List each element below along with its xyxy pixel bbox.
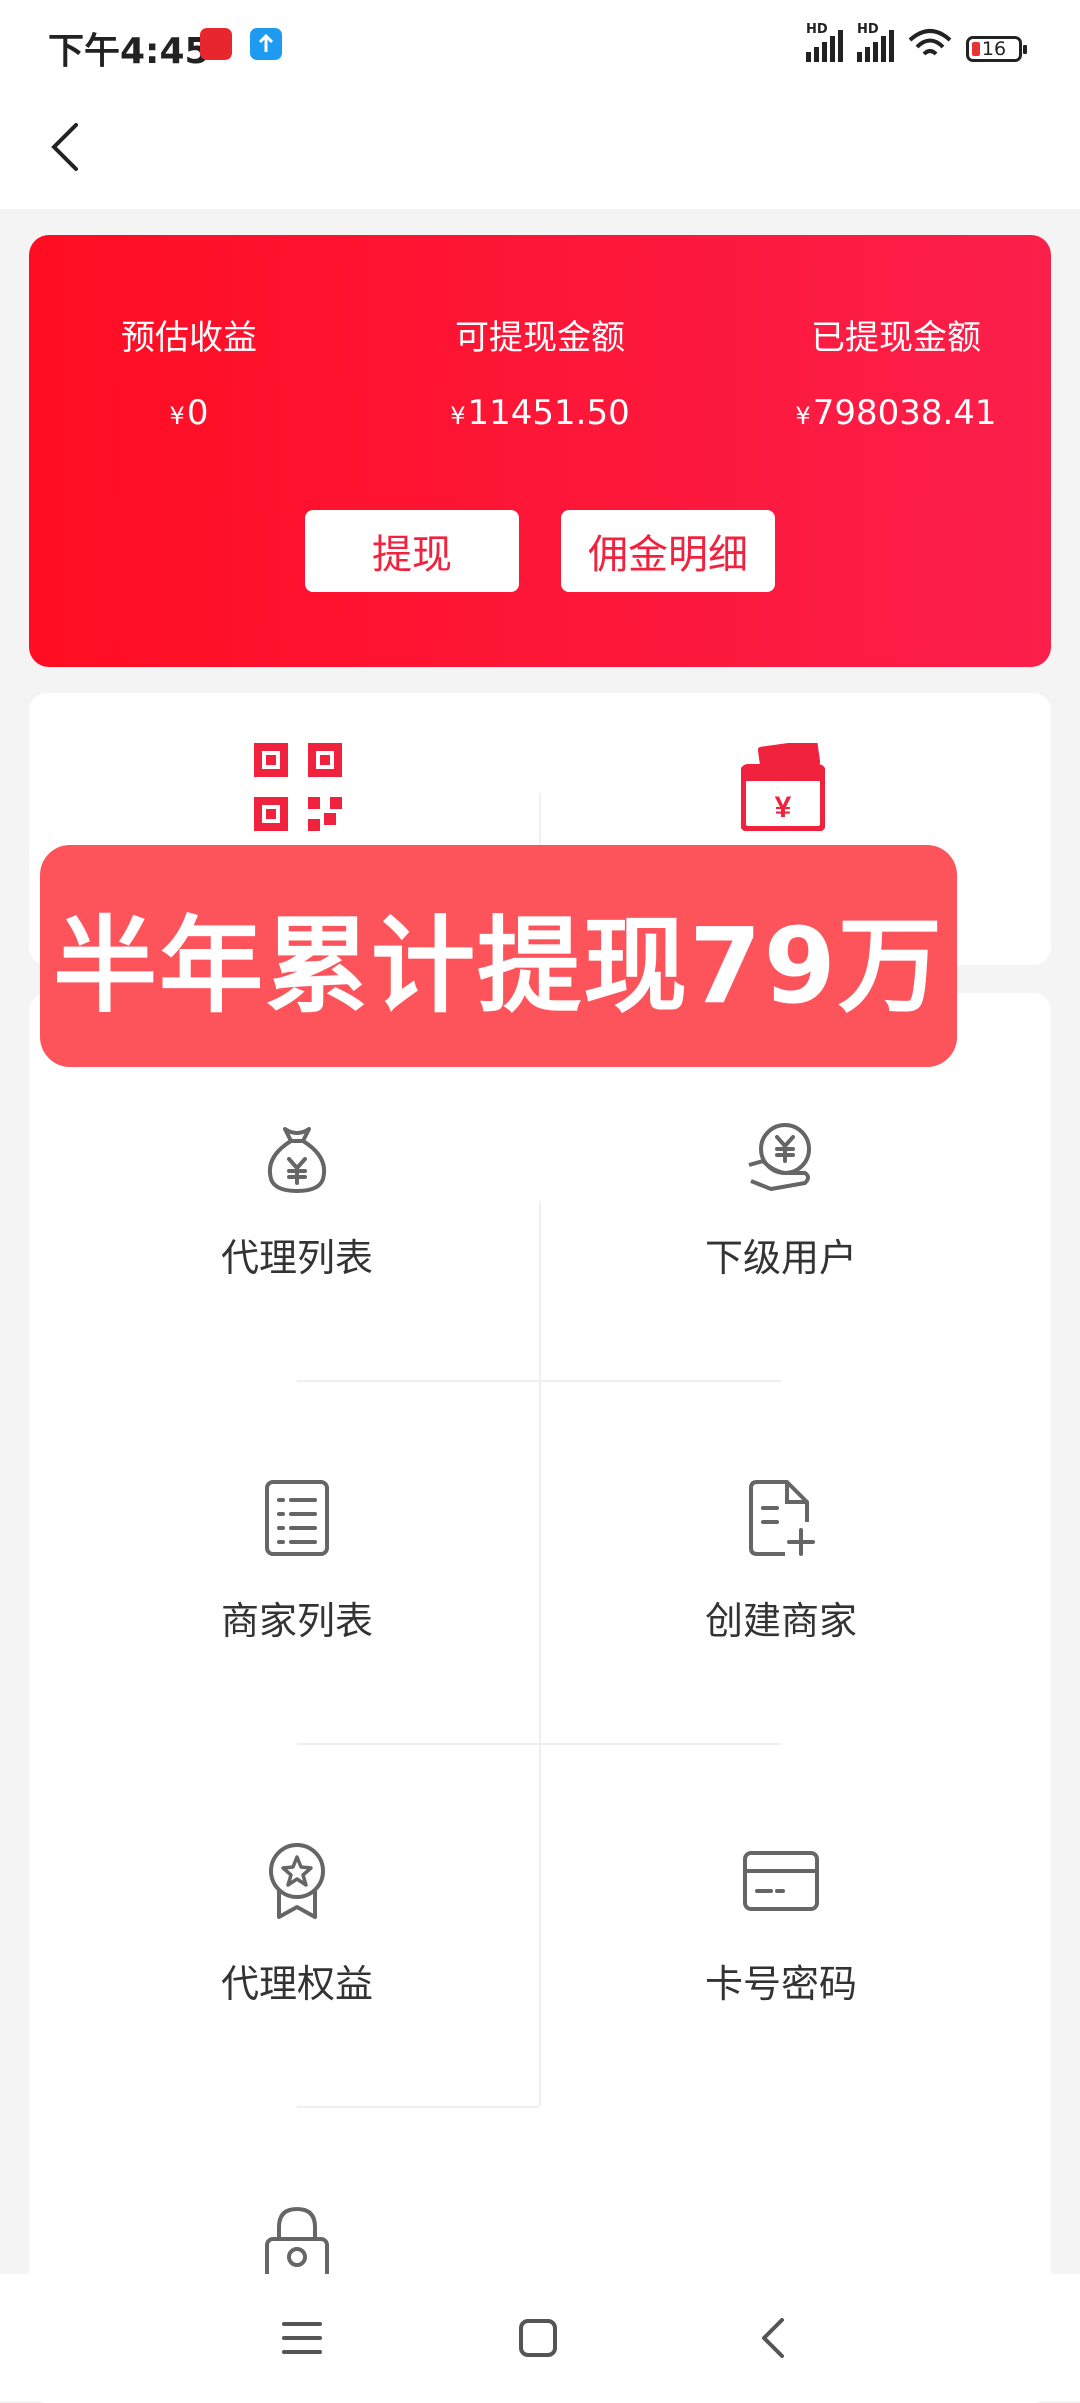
- signal-icon: HD: [806, 22, 843, 62]
- back-button[interactable]: [36, 117, 96, 177]
- grid-divider: [297, 1380, 781, 1382]
- menu-item-merchant-list[interactable]: 商家列表: [97, 1478, 497, 1678]
- withdrawn-amount: 已提现金额 ¥798038.41: [766, 310, 1026, 433]
- menu-item-sub-users[interactable]: 下级用户: [581, 1115, 981, 1315]
- menu-item-create-merchant[interactable]: 创建商家: [581, 1478, 981, 1678]
- menu-item-label: 代理列表: [220, 1236, 373, 1280]
- withdrawn-amount-value: ¥798038.41: [795, 393, 997, 433]
- menu-icon: [282, 2322, 322, 2354]
- menu-item-agent-benefits[interactable]: 代理权益: [97, 1841, 497, 2041]
- system-nav-bar: [0, 2274, 1080, 2401]
- notification-app-icon: [200, 28, 232, 60]
- chevron-left-icon: [51, 123, 78, 171]
- menu-item-label: 创建商家: [704, 1599, 857, 1643]
- menu-item-agent-list[interactable]: 代理列表: [97, 1115, 497, 1315]
- estimated-earnings-label: 预估收益: [121, 318, 257, 358]
- menu-item-label: 下级用户: [704, 1236, 857, 1280]
- badge-star-icon: [269, 1843, 325, 1919]
- list-icon: [265, 1480, 329, 1556]
- signal-icon-2: HD: [857, 22, 894, 62]
- grid-divider: [297, 2106, 539, 2108]
- back-triangle-icon: [762, 2318, 784, 2358]
- grid-divider: [297, 1743, 781, 1745]
- menu-button[interactable]: [274, 2310, 330, 2366]
- wallet-icon[interactable]: ¥: [740, 739, 826, 835]
- estimated-earnings-value: ¥0: [169, 393, 209, 433]
- battery-level: 16: [981, 38, 1007, 60]
- withdrawable-amount-value: ¥11451.50: [450, 393, 630, 433]
- svg-text:¥: ¥: [775, 791, 792, 824]
- withdrawn-amount-label: 已提现金额: [811, 318, 981, 358]
- home-square-icon: [519, 2319, 557, 2357]
- status-bar: 下午4:45 HD HD 16: [0, 0, 1080, 95]
- commission-details-button[interactable]: 佣金明细: [561, 510, 775, 592]
- home-button[interactable]: [510, 2310, 566, 2366]
- nav-bar: [0, 95, 1080, 209]
- overlay-banner: 半年累计提现79万: [40, 845, 957, 1067]
- status-time: 下午4:45: [48, 31, 210, 72]
- withdrawable-amount-label: 可提现金额: [455, 318, 625, 358]
- coin-hand-icon: [748, 1123, 811, 1191]
- menu-item-card-password[interactable]: 卡号密码: [581, 1841, 981, 2041]
- menu-item-label: 卡号密码: [704, 1962, 857, 2006]
- withdraw-button[interactable]: 提现: [305, 510, 519, 592]
- menu-grid-card: 代理列表 下级用户 商家列表 创建商家 代理权益 卡号密码: [29, 993, 1051, 2403]
- withdrawable-amount: 可提现金额 ¥11451.50: [410, 310, 670, 433]
- battery-icon: 16: [966, 36, 1027, 62]
- earnings-card: 预估收益 ¥0 可提现金额 ¥11451.50 已提现金额 ¥798038.41…: [29, 235, 1051, 667]
- menu-item-label: 代理权益: [220, 1962, 373, 2006]
- wifi-icon: [908, 29, 952, 56]
- add-document-icon: [749, 1480, 815, 1556]
- upload-app-icon: [250, 28, 282, 60]
- lock-icon: [265, 2206, 329, 2281]
- grid-divider-vertical: [539, 1201, 541, 2106]
- qr-code-icon[interactable]: [254, 743, 342, 835]
- money-bag-icon: [268, 1127, 326, 1194]
- menu-item-label: 商家列表: [220, 1599, 373, 1643]
- card-icon: [743, 1851, 819, 1911]
- system-back-button[interactable]: [745, 2310, 801, 2366]
- estimated-earnings: 预估收益 ¥0: [59, 310, 319, 433]
